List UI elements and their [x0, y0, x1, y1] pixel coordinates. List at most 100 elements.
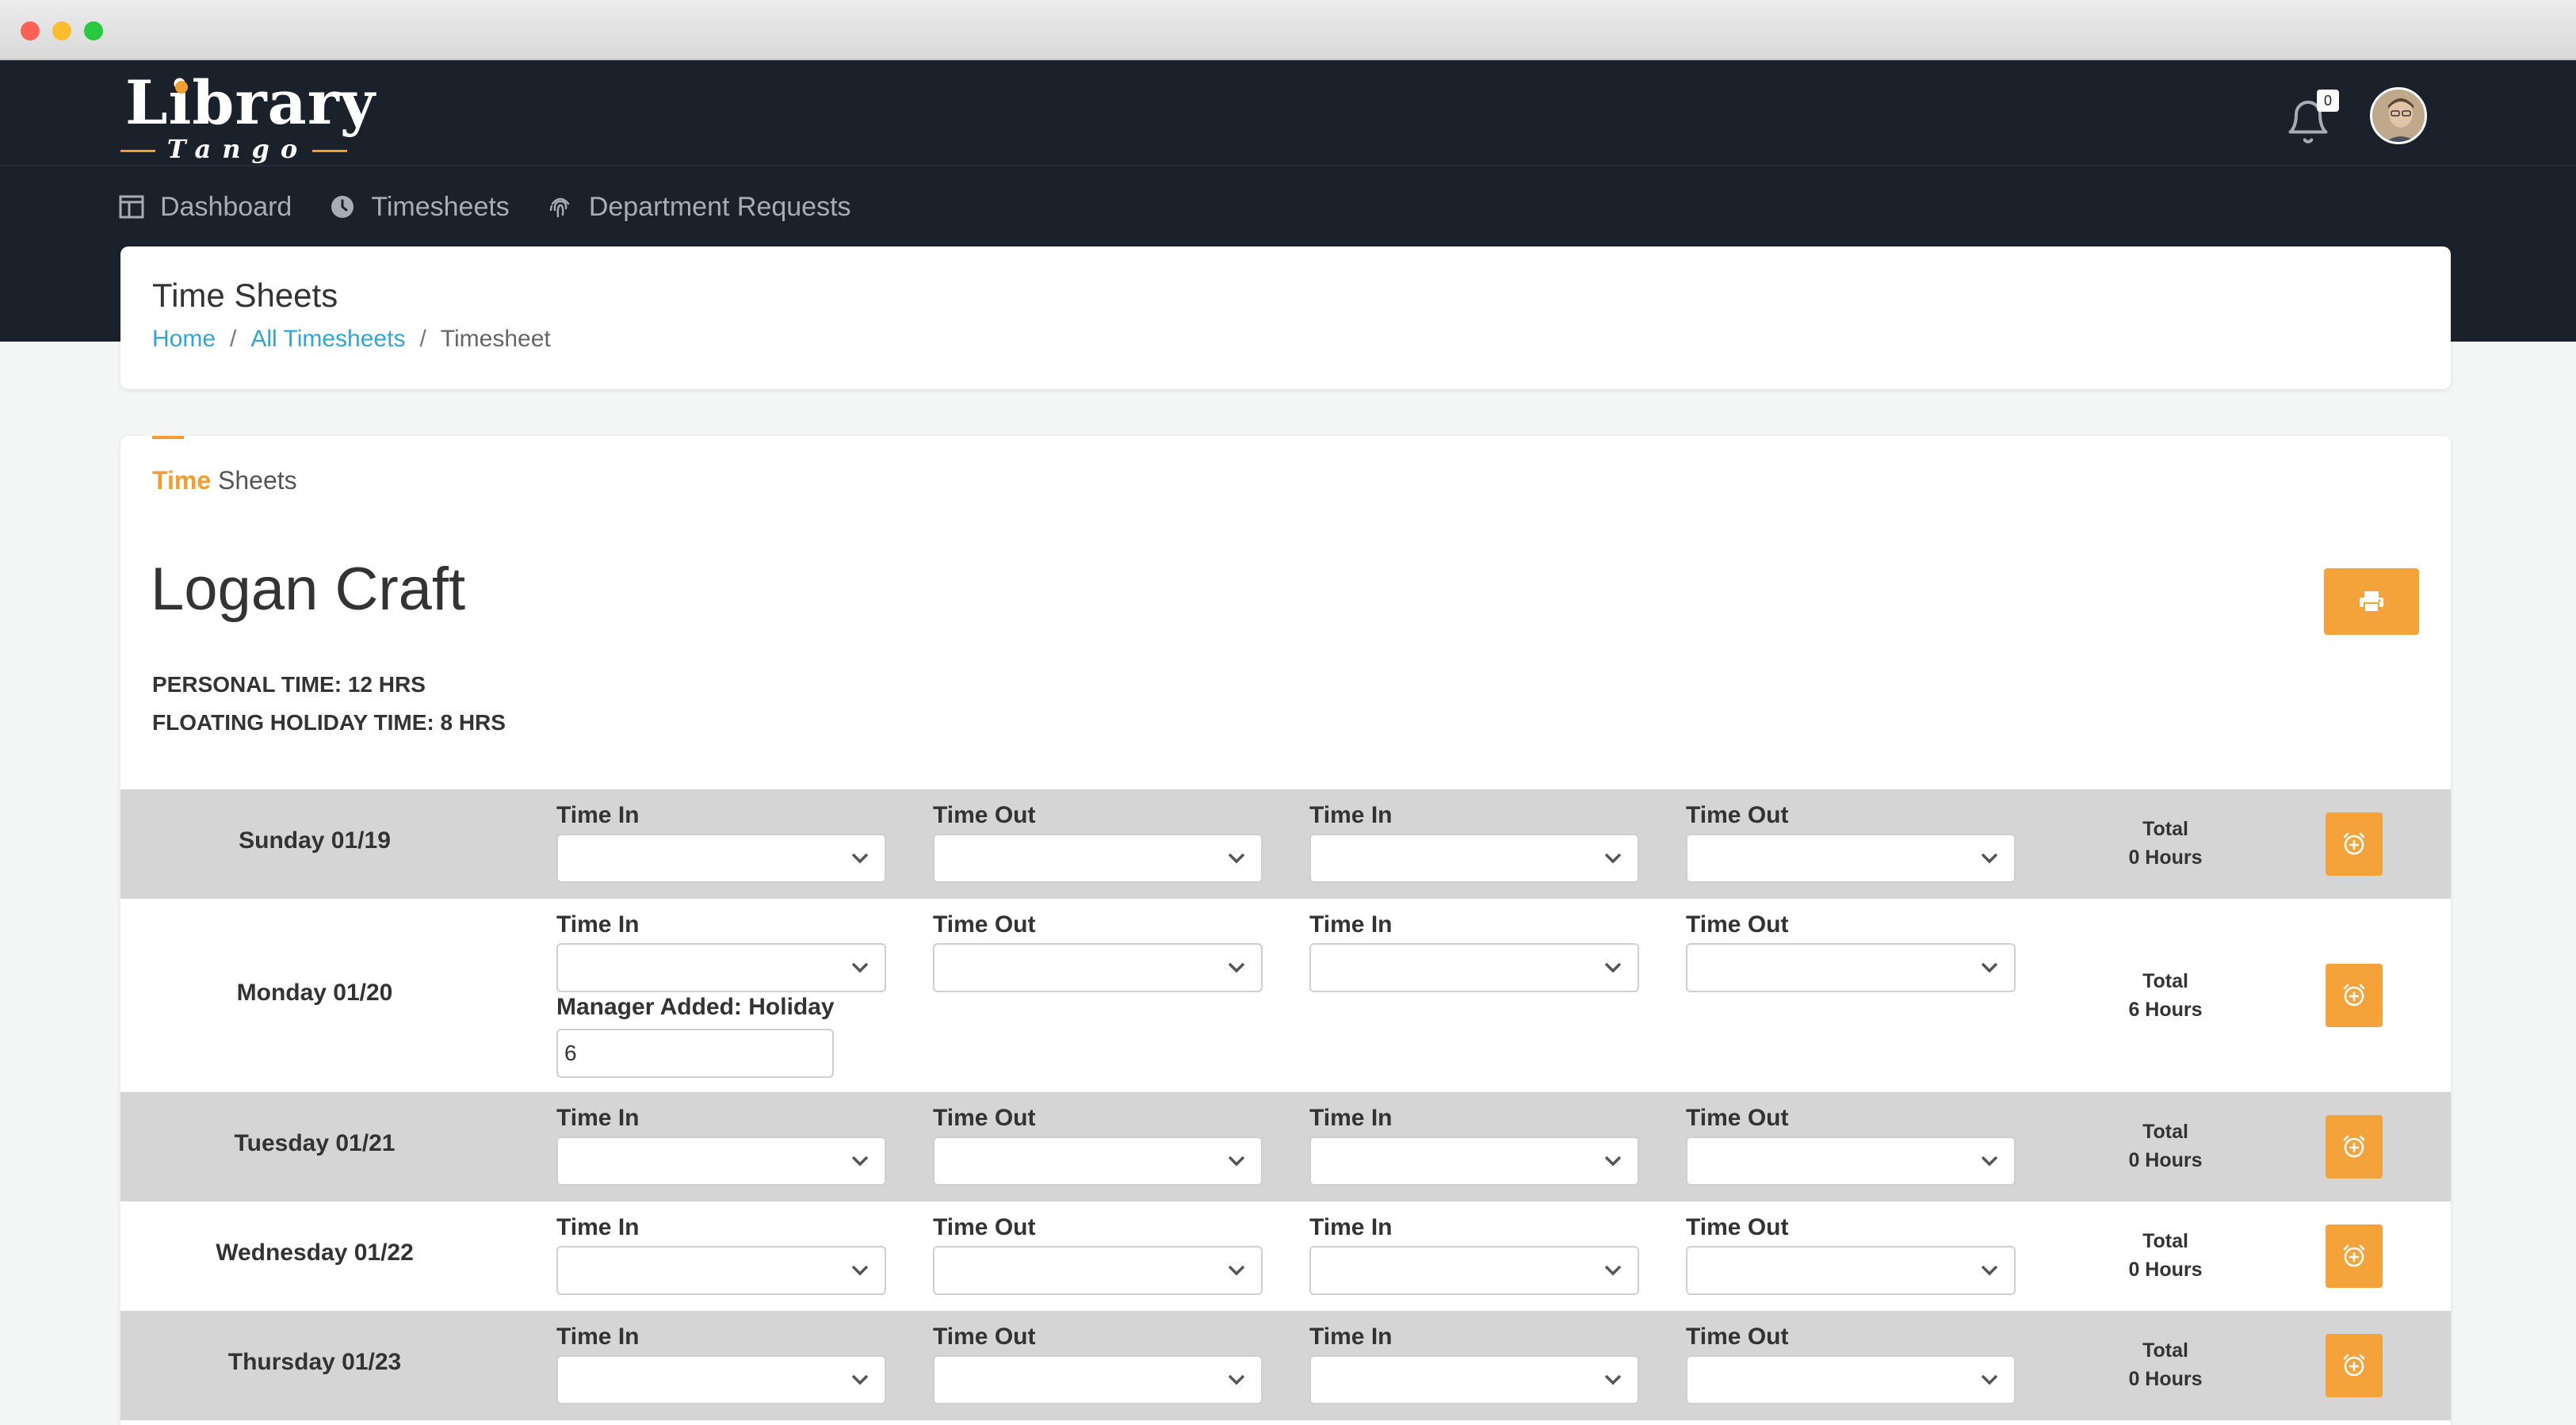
time-in-select[interactable]: [556, 834, 886, 883]
time-slot: Time Out: [1686, 1103, 2016, 1186]
nav-item-dashboard[interactable]: Dashboard: [119, 192, 292, 223]
manager-added-hours-input[interactable]: 6: [556, 1029, 834, 1078]
time-in-select[interactable]: [556, 1355, 886, 1404]
section-title-highlight: Time: [152, 466, 212, 495]
timesheet-row: Tuesday 01/21 Time In Time Out Time In T…: [120, 1092, 2451, 1202]
alarm-clock-plus-icon: [2343, 1244, 2365, 1267]
print-button[interactable]: [2324, 568, 2419, 635]
logo-dot: [175, 81, 188, 94]
chevron-down-icon: [1228, 853, 1245, 864]
time-slot: Time Out: [933, 1103, 1263, 1186]
chevron-down-icon: [1604, 853, 1622, 864]
personal-time-balance: PERSONAL TIME: 12 HRS: [152, 672, 426, 697]
time-slot: Time In: [556, 1103, 886, 1186]
timesheet-row: Monday 01/20 Time In Time Out Time In Ti…: [120, 899, 2451, 1092]
time-in-select[interactable]: [556, 1246, 886, 1295]
time-slot: Time In: [556, 1213, 886, 1295]
chevron-down-icon: [851, 1156, 869, 1167]
time-in-select[interactable]: [556, 943, 886, 992]
time-slot-label: Time In: [1309, 1105, 1393, 1131]
logo-main-text: Library: [125, 67, 376, 138]
chevron-down-icon: [1604, 1374, 1622, 1385]
timesheet-rows: Sunday 01/19 Time In Time Out Time In Ti…: [120, 789, 2451, 1420]
time-slot-label: Time Out: [933, 1214, 1036, 1240]
day-total-value: 0 Hours: [2128, 1149, 2203, 1171]
timesheet-card: Time Sheets Logan Craft PERSONAL TIME: 1…: [120, 436, 2451, 1425]
breadcrumb-separator: /: [419, 326, 426, 352]
breadcrumb-home-link[interactable]: Home: [152, 326, 216, 353]
time-slot-label: Time Out: [1686, 1324, 1789, 1350]
day-total: Total 0 Hours: [2086, 815, 2245, 872]
time-out-select[interactable]: [933, 943, 1263, 992]
chevron-down-icon: [851, 853, 869, 864]
time-slot-label: Time In: [556, 802, 640, 828]
section-title-rest: Sheets: [211, 466, 297, 495]
time-slot-label: Time Out: [933, 1105, 1036, 1131]
zoom-window-button[interactable]: [84, 21, 103, 40]
time-slot: Time Out: [933, 800, 1263, 883]
chevron-down-icon: [1604, 1156, 1622, 1167]
window-titlebar: [0, 0, 2576, 60]
chevron-down-icon: [1228, 1156, 1245, 1167]
time-slot: Time Out: [1686, 800, 2016, 883]
chevron-down-icon: [1981, 1265, 1998, 1276]
time-in-select[interactable]: [1309, 1355, 1639, 1404]
time-slot-label: Time In: [556, 1214, 640, 1240]
time-slot: Time In: [556, 910, 886, 992]
add-time-button[interactable]: [2326, 1224, 2383, 1288]
header-divider: [0, 165, 2576, 166]
time-slot: Time In: [1309, 1322, 1639, 1404]
time-slot-label: Time In: [1309, 911, 1393, 938]
breadcrumb-all-timesheets-link[interactable]: All Timesheets: [250, 326, 405, 353]
time-slot: Time Out: [1686, 910, 2016, 992]
time-slot-label: Time Out: [1686, 1214, 1789, 1240]
close-window-button[interactable]: [21, 21, 40, 40]
time-slot: Time Out: [1686, 1213, 2016, 1295]
time-slot-label: Time Out: [1686, 1105, 1789, 1131]
day-total-value: 0 Hours: [2128, 846, 2203, 869]
time-slot-label: Time Out: [933, 911, 1036, 938]
breadcrumb-current: Timesheet: [440, 326, 551, 352]
time-slot: Time Out: [933, 1322, 1263, 1404]
chevron-down-icon: [851, 1374, 869, 1385]
day-total: Total 0 Hours: [2086, 1336, 2245, 1393]
time-out-select[interactable]: [1686, 834, 2016, 883]
user-avatar[interactable]: [2370, 87, 2427, 144]
time-in-select[interactable]: [1309, 1137, 1639, 1186]
logo-line-right: [312, 150, 347, 152]
time-out-select[interactable]: [1686, 1355, 2016, 1404]
time-out-select[interactable]: [933, 834, 1263, 883]
add-time-button[interactable]: [2326, 964, 2383, 1027]
time-out-select[interactable]: [1686, 943, 2016, 992]
time-slot-label: Time In: [556, 911, 640, 938]
employee-name: Logan Craft: [151, 556, 466, 623]
chevron-down-icon: [1228, 962, 1245, 973]
section-accent-bar: [152, 436, 184, 439]
alarm-clock-plus-icon: [2343, 1354, 2365, 1377]
nav-item-timesheets[interactable]: Timesheets: [330, 192, 510, 223]
add-time-button[interactable]: [2326, 812, 2383, 876]
time-out-select[interactable]: [1686, 1246, 2016, 1295]
time-in-select[interactable]: [1309, 834, 1639, 883]
nav-item-department-requests[interactable]: Department Requests: [548, 192, 851, 223]
time-out-select[interactable]: [933, 1137, 1263, 1186]
time-in-select[interactable]: [1309, 1246, 1639, 1295]
time-in-select[interactable]: [1309, 943, 1639, 992]
chevron-down-icon: [1604, 1265, 1622, 1276]
time-slot-label: Time Out: [1686, 911, 1789, 938]
time-out-select[interactable]: [933, 1355, 1263, 1404]
add-time-button[interactable]: [2326, 1115, 2383, 1179]
time-in-select[interactable]: [556, 1137, 886, 1186]
time-slot-label: Time In: [1309, 1214, 1393, 1240]
time-slot: Time Out: [933, 1213, 1263, 1295]
time-slot: Time In: [556, 800, 886, 883]
library-tango-logo[interactable]: Library Tango: [119, 71, 375, 163]
time-out-select[interactable]: [933, 1246, 1263, 1295]
add-time-button[interactable]: [2326, 1334, 2383, 1397]
minimize-window-button[interactable]: [52, 21, 71, 40]
nav-department-requests-label: Department Requests: [588, 191, 851, 222]
main-nav: Dashboard Timesheets Department Requests: [119, 179, 889, 235]
time-slot: Time Out: [933, 910, 1263, 992]
time-slot-label: Time Out: [933, 802, 1036, 828]
time-out-select[interactable]: [1686, 1137, 2016, 1186]
